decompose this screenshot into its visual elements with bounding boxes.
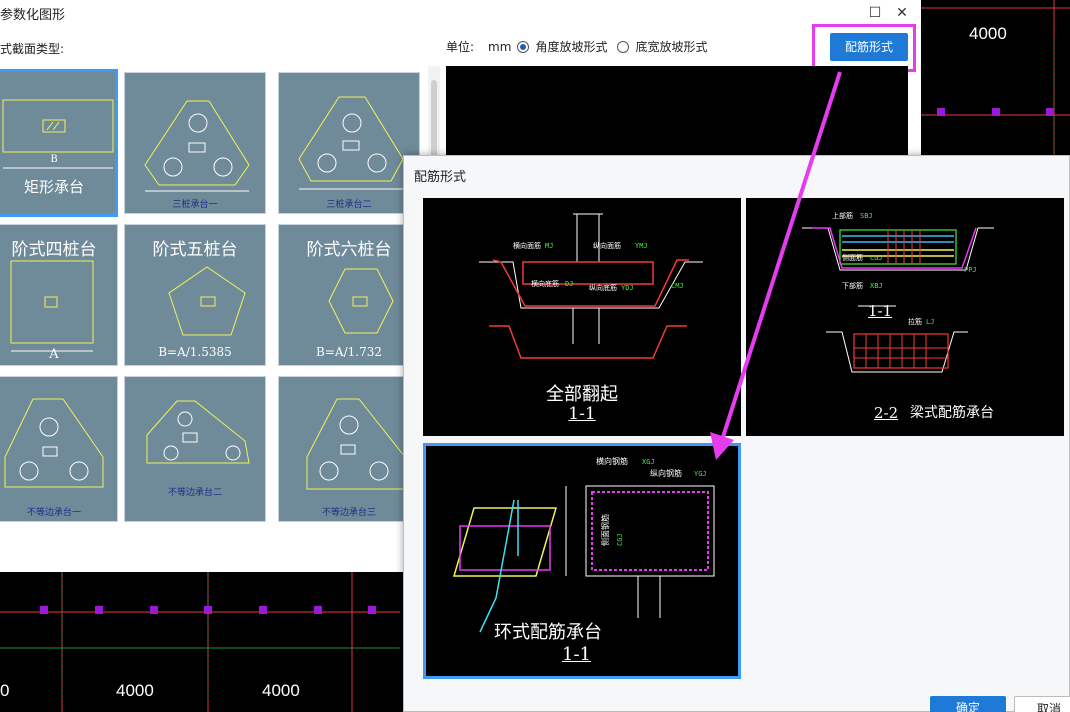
- panel-subtitle: 1-1: [868, 302, 893, 320]
- panel-title: 全部翻起: [546, 384, 618, 405]
- dimension-label: 0: [0, 681, 10, 700]
- section-type-grid: B 矩形承台 三桩承台一 三桩承台二 阶式四桩台 A 阶式五桩台 B=A/1.5…: [0, 66, 441, 526]
- panel-subtitle: 2-2: [874, 404, 899, 422]
- panel-title: 梁式配筋承台: [910, 405, 994, 421]
- tile-stepped-4pile[interactable]: 阶式四桩台 A: [0, 224, 118, 366]
- shape-preview: [446, 66, 908, 156]
- tile-stepped-5pile[interactable]: 阶式五桩台 B=A/1.5385: [124, 224, 266, 366]
- tile-dim: B=A/1.732: [316, 345, 382, 359]
- code-vert-top: YMJ: [635, 242, 648, 250]
- unit-row: 单位: mm 角度放坡形式 底宽放坡形式: [446, 38, 707, 55]
- close-icon[interactable]: ✕: [893, 4, 911, 22]
- label-bottom-bars: 下部筋: [842, 281, 863, 290]
- label-horiz-steel: 横向钢筋: [596, 456, 628, 466]
- tile-caption: 不等边承台三: [321, 508, 376, 518]
- radio-angle-slope[interactable]: [517, 40, 530, 53]
- label-tie-bars: 拉筋: [908, 317, 922, 326]
- panel-title: 环式配筋承台: [494, 622, 602, 643]
- code-side: CMJ: [671, 282, 684, 290]
- dialog-title: 参数化图形: [0, 8, 66, 23]
- label-side-bars: 侧面筋: [842, 253, 863, 262]
- radio-angle-label[interactable]: 角度放坡形式: [535, 38, 607, 55]
- option-ring-cap[interactable]: 横向钢筋 XGJ 纵向钢筋 YGJ 侧面钢筋 CGJ 环式配筋承台 1-1: [423, 443, 741, 679]
- label-vert-steel: 纵向钢筋: [650, 468, 682, 478]
- label-vert-bottom: 纵向底筋: [589, 283, 617, 292]
- code-top-bars: SBJ: [860, 212, 873, 220]
- option-fully-bent[interactable]: 横向面筋 MJ 纵向面筋 YMJ 横向底筋 DJ 纵向底筋 YDJ CMJ 全部…: [423, 198, 741, 436]
- label-horiz-bottom: 横向底筋: [531, 279, 559, 288]
- code-vert-bottom: YDJ: [621, 284, 634, 292]
- dimension-label: 4000: [969, 24, 1007, 43]
- reinforcement-form-button[interactable]: 配筋形式: [830, 33, 908, 61]
- tile-three-pile-1[interactable]: 三桩承台一: [124, 72, 266, 214]
- tile-unequal-1[interactable]: 不等边承台一: [0, 376, 118, 522]
- dimension-label: 4000: [262, 681, 300, 700]
- ok-button[interactable]: 确定: [930, 696, 1006, 712]
- code-horiz-steel: XGJ: [642, 458, 655, 466]
- code-horiz-top: MJ: [545, 242, 553, 250]
- tile-label: 矩形承台: [23, 178, 84, 196]
- maximize-icon[interactable]: ☐: [866, 4, 884, 22]
- tile-dim: A: [49, 347, 59, 362]
- unit-value: mm: [488, 39, 512, 54]
- label-top-bars: 上部筋: [832, 211, 853, 220]
- radio-bottom-label[interactable]: 底宽放坡形式: [635, 38, 707, 55]
- tile-dim: B=A/1.5385: [158, 345, 232, 359]
- tile-caption: 三桩承台一: [172, 200, 218, 210]
- dimension-label: 4000: [116, 681, 154, 700]
- label-vert-top: 纵向面筋: [593, 241, 621, 250]
- code-side-bars: CGJ: [870, 254, 883, 262]
- tile-stepped-6pile[interactable]: 阶式六桩台 B=A/1.732: [278, 224, 420, 366]
- panel-subtitle: 1-1: [568, 404, 596, 424]
- code-ppj: PPJ: [964, 266, 977, 274]
- tile-caption: 三桩承台二: [326, 200, 372, 210]
- label-side-steel: 侧面钢筋: [600, 514, 610, 546]
- unit-label: 单位:: [446, 40, 475, 54]
- tile-dim: B: [50, 154, 58, 165]
- tile-label: 阶式五桩台: [152, 240, 238, 260]
- code-side-steel: CGJ: [616, 533, 624, 546]
- tile-rect-cap[interactable]: B 矩形承台: [0, 69, 118, 217]
- tile-label: 阶式六桩台: [306, 240, 392, 260]
- code-horiz-bottom: DJ: [565, 280, 573, 288]
- tile-caption: 不等边承台一: [26, 508, 81, 518]
- tile-label: 阶式四桩台: [11, 240, 97, 260]
- tile-unequal-3[interactable]: 不等边承台三: [278, 376, 420, 522]
- code-bottom-bars: XBJ: [870, 282, 883, 290]
- dialog-title: 配筋形式: [414, 170, 467, 185]
- radio-bottom-width[interactable]: [617, 40, 630, 53]
- option-beam-cap[interactable]: 上部筋 SBJ 侧面筋 CGJ 下部筋 XBJ PPJ 拉筋 LJ 1-1 2-…: [746, 198, 1064, 436]
- tile-caption: 不等边承台二: [167, 488, 222, 498]
- label-horiz-top: 横向面筋: [513, 241, 541, 250]
- tile-three-pile-2[interactable]: 三桩承台二: [278, 72, 420, 214]
- tile-unequal-2[interactable]: 不等边承台二: [124, 376, 266, 522]
- code-tie-bars: LJ: [926, 318, 934, 326]
- code-vert-steel: YGJ: [694, 470, 707, 478]
- section-type-label: 式截面类型:: [0, 42, 65, 56]
- reinforcement-form-dialog: 配筋形式 横向面筋 MJ 纵向面筋 YMJ 横向底筋 DJ 纵向底筋 YDJ C…: [403, 155, 1070, 712]
- cancel-button[interactable]: 取消: [1014, 696, 1070, 712]
- panel-subtitle: 1-1: [562, 644, 591, 665]
